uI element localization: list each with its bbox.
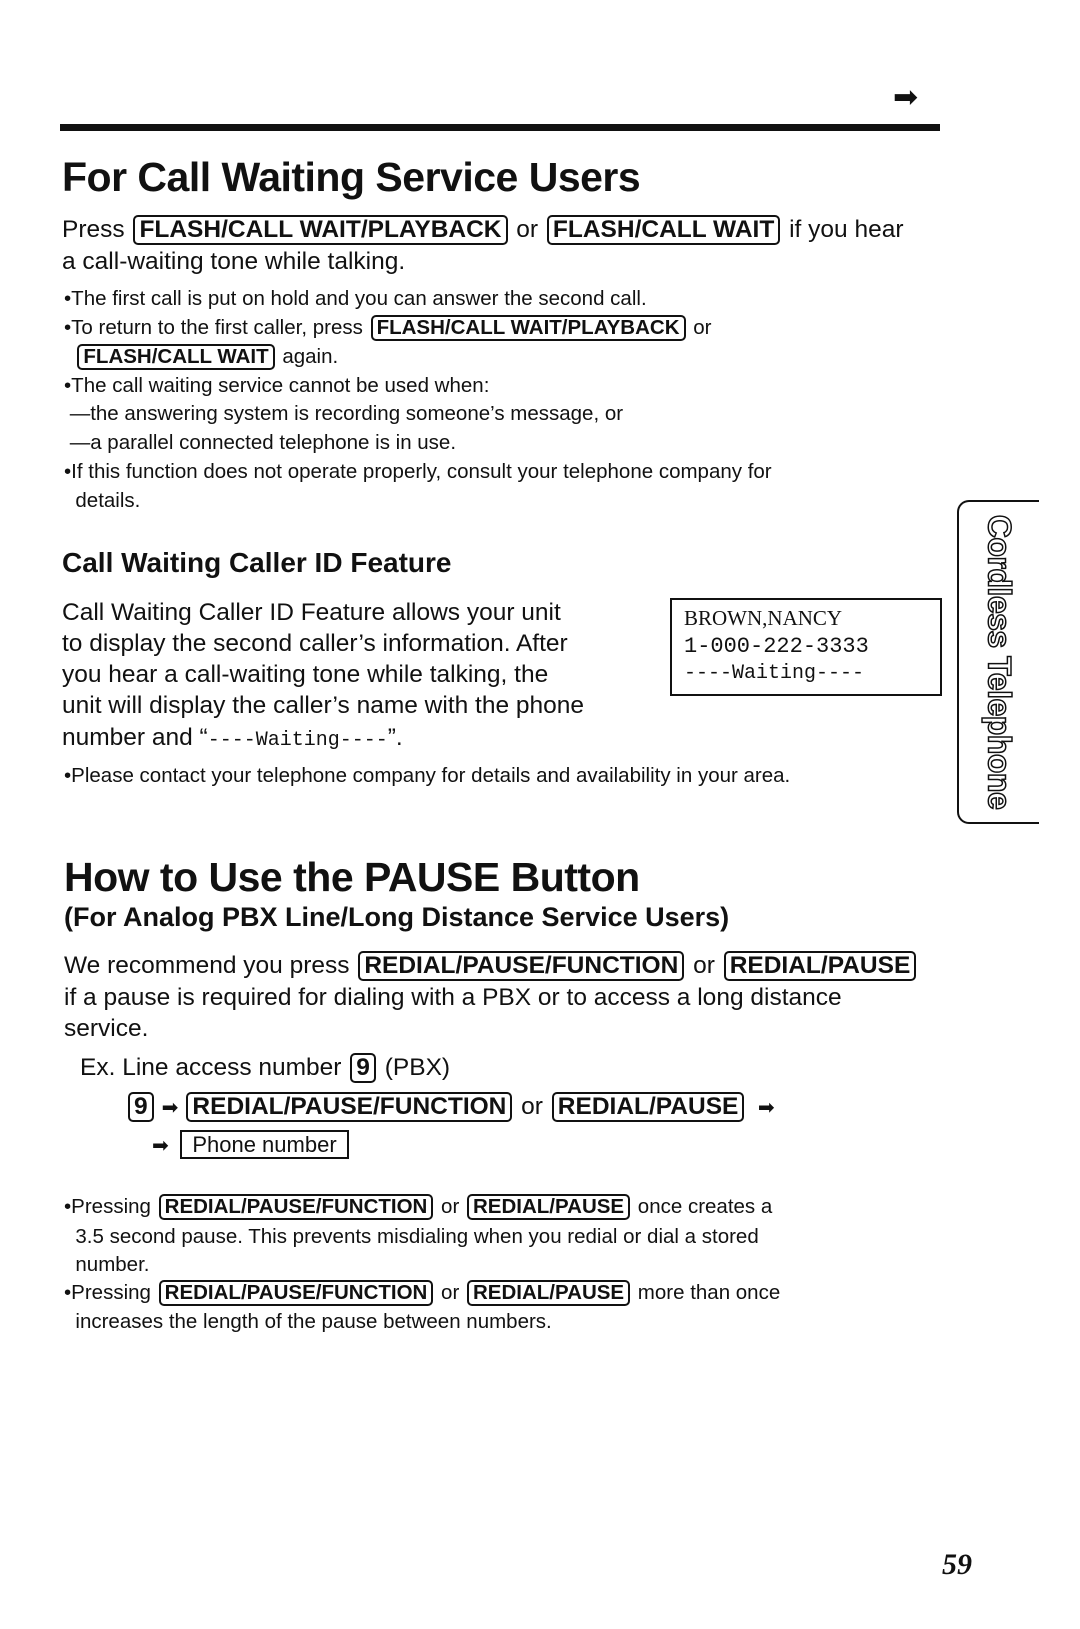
text: •The call waiting service cannot be used… — [64, 374, 490, 397]
text: Press — [62, 216, 132, 243]
continue-arrow-icon: ➡ — [893, 81, 919, 114]
key-label: REDIAL/PAUSE — [466, 1194, 631, 1220]
note-line: •Pressing REDIAL/PAUSE/FUNCTION or REDIA… — [64, 1278, 780, 1307]
note-line: •Please contact your telephone company f… — [64, 761, 790, 790]
text: if a pause is required for dialing with … — [64, 984, 842, 1011]
key-label: 9 — [128, 1092, 154, 1122]
example-line: Ex. Line access number 9 (PBX) — [80, 1052, 450, 1084]
page-number: 59 — [942, 1548, 972, 1581]
key-label: 9 — [350, 1053, 376, 1083]
text: •Pressing — [64, 1281, 157, 1304]
text: unit will display the caller’s name with… — [62, 692, 585, 719]
note-line: •The call waiting service cannot be used… — [64, 371, 489, 400]
key-label: REDIAL/PAUSE/FUNCTION — [358, 951, 685, 981]
key-label: FLASH/CALL WAIT — [77, 344, 275, 370]
note-line: details. — [64, 486, 140, 515]
text: or — [435, 1281, 465, 1304]
text: or — [435, 1195, 465, 1218]
para-line: you hear a call-waiting tone while talki… — [62, 659, 548, 691]
side-tab: Cordless Telephone — [957, 500, 1039, 824]
note-line: —the answering system is recording someo… — [64, 399, 623, 428]
text: a call-waiting tone while talking. — [62, 248, 406, 275]
para-line: number and “----Waiting----”. — [62, 722, 403, 754]
text — [64, 345, 75, 368]
text: •To return to the first caller, press — [64, 316, 369, 339]
text: service. — [64, 1015, 149, 1042]
display-name: BROWN,NANCY — [684, 606, 843, 630]
text: again. — [276, 345, 339, 368]
display-text: ----Waiting---- — [207, 729, 388, 752]
para-line: Call Waiting Caller ID Feature allows yo… — [62, 597, 561, 629]
key-label: REDIAL/PAUSE — [551, 1092, 745, 1122]
key-label: REDIAL/PAUSE — [723, 951, 917, 981]
text: (PBX) — [377, 1054, 451, 1081]
text: details. — [64, 489, 141, 512]
key-label: REDIAL/PAUSE — [466, 1280, 631, 1306]
text: number. — [64, 1253, 150, 1276]
lcd-display: BROWN,NANCY 1-000-222-3333 ----Waiting--… — [670, 598, 942, 696]
intro-line: a call-waiting tone while talking. — [62, 246, 405, 278]
key-label: FLASH/CALL WAIT — [546, 215, 781, 245]
key-label: REDIAL/PAUSE/FUNCTION — [186, 1092, 513, 1122]
key-label: FLASH/CALL WAIT/PLAYBACK — [370, 315, 686, 341]
text: or — [514, 1093, 550, 1120]
text: •The first call is put on hold and you c… — [64, 287, 647, 310]
arrow-right-icon: ➡ — [161, 1097, 179, 1119]
note-line: •The first call is put on hold and you c… — [64, 284, 647, 313]
note-line: •To return to the first caller, press FL… — [64, 313, 711, 342]
section-subtitle: (For Analog PBX Line/Long Distance Servi… — [64, 902, 730, 932]
example-line: ➡ Phone number — [146, 1129, 349, 1161]
display-status: ----Waiting---- — [684, 662, 865, 685]
text: •Pressing — [64, 1195, 157, 1218]
note-line: FLASH/CALL WAIT again. — [64, 342, 338, 371]
text: or — [687, 316, 712, 339]
text: —a parallel connected telephone is in us… — [64, 431, 457, 454]
key-label: REDIAL/PAUSE/FUNCTION — [158, 1194, 434, 1220]
text: Call Waiting Caller ID Feature allows yo… — [62, 599, 561, 626]
text: increases the length of the pause betwee… — [64, 1310, 552, 1333]
text: number and “ — [62, 724, 208, 751]
intro-line: if a pause is required for dialing with … — [64, 982, 842, 1014]
key-label: FLASH/CALL WAIT/PLAYBACK — [133, 215, 508, 245]
text: once creates a — [632, 1195, 773, 1218]
top-rule — [60, 124, 940, 131]
text: 3.5 second pause. This prevents misdiali… — [64, 1225, 759, 1248]
side-tab-label: Cordless Telephone — [981, 514, 1019, 810]
subheading-caller-id: Call Waiting Caller ID Feature — [62, 547, 452, 578]
para-line: to display the second caller’s informati… — [62, 628, 568, 660]
text: to display the second caller’s informati… — [62, 630, 568, 657]
example-line: 9 ➡ REDIAL/PAUSE/FUNCTION or REDIAL/PAUSE … — [126, 1091, 781, 1123]
text: •If this function does not operate prope… — [64, 460, 772, 483]
text: •Please contact your telephone company f… — [64, 764, 791, 787]
arrow-right-icon: ➡ — [152, 1135, 175, 1157]
text: more than once — [632, 1281, 781, 1304]
note-line: number. — [64, 1250, 149, 1279]
intro-line: We recommend you press REDIAL/PAUSE/FUNC… — [64, 950, 918, 982]
text: you hear a call-waiting tone while talki… — [62, 661, 549, 688]
text: We recommend you press — [64, 952, 357, 979]
note-line: •Pressing REDIAL/PAUSE/FUNCTION or REDIA… — [64, 1192, 772, 1221]
note-line: •If this function does not operate prope… — [64, 457, 772, 486]
note-line: increases the length of the pause betwee… — [64, 1307, 552, 1336]
text: Ex. Line access number — [80, 1054, 349, 1081]
phone-number-box: Phone number — [180, 1130, 349, 1159]
text: if you hear — [782, 216, 904, 243]
display-number: 1-000-222-3333 — [684, 634, 869, 659]
para-line: unit will display the caller’s name with… — [62, 690, 584, 722]
intro-line: service. — [64, 1013, 148, 1045]
note-line: —a parallel connected telephone is in us… — [64, 428, 456, 457]
note-line: 3.5 second pause. This prevents misdiali… — [64, 1222, 759, 1251]
key-label: REDIAL/PAUSE/FUNCTION — [158, 1280, 434, 1306]
text: or — [686, 952, 722, 979]
text: ”. — [387, 724, 403, 751]
section-title-pause: How to Use the PAUSE Button — [64, 854, 640, 900]
text: —the answering system is recording someo… — [64, 402, 624, 425]
arrow-right-icon: ➡ — [752, 1097, 775, 1119]
section-title-call-waiting: For Call Waiting Service Users — [62, 154, 641, 200]
intro-line: Press FLASH/CALL WAIT/PLAYBACK or FLASH/… — [62, 214, 904, 246]
text: or — [509, 216, 545, 243]
